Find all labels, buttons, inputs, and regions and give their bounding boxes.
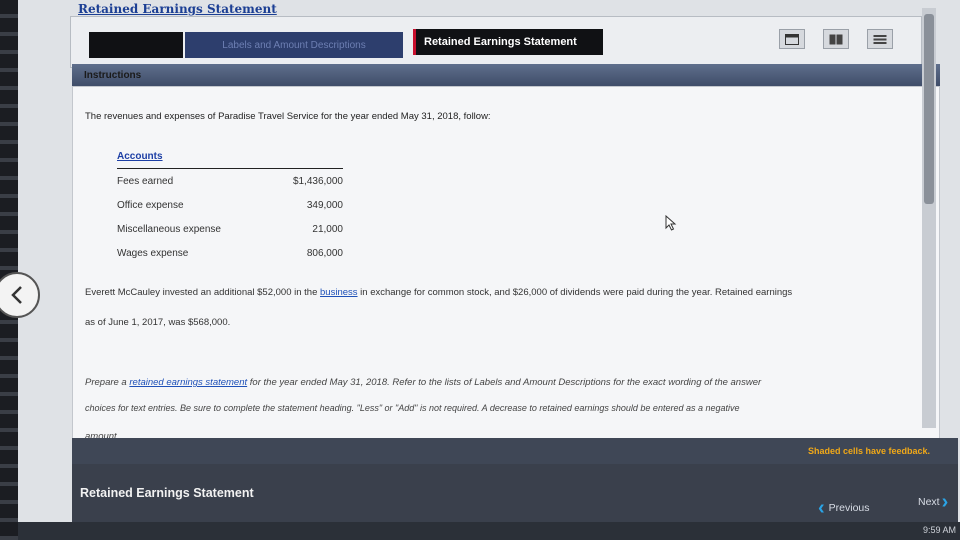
window-icon [785, 33, 799, 45]
business-link[interactable]: business [320, 287, 358, 298]
table-row: Miscellaneous expense 21,000 [117, 217, 343, 241]
paragraph-text: for the year ended May 31, 2018. Refer t… [247, 377, 762, 388]
split-view-icon [829, 34, 843, 44]
page-title: Retained Earnings Statement [78, 2, 277, 16]
paragraph-text: in exchange for common stock, and $26,00… [357, 287, 793, 298]
table-row: Wages expense 806,000 [117, 241, 343, 265]
view-split-button[interactable] [823, 29, 849, 49]
tab-labels-and-amounts[interactable]: Labels and Amount Descriptions [185, 32, 403, 58]
tab-retained-earnings[interactable]: Retained Earnings Statement [413, 29, 603, 55]
accounts-table: Accounts Fees earned $1,436,000 Office e… [117, 151, 343, 265]
account-name: Miscellaneous expense [117, 223, 221, 235]
previous-button[interactable]: ‹ Previous [818, 498, 870, 518]
paragraph-investment-line2: as of June 1, 2017, was $568,000. [85, 317, 231, 328]
account-amount: 21,000 [312, 223, 343, 235]
tab-blank[interactable] [89, 32, 183, 58]
chevron-left-icon: ‹ [818, 497, 825, 519]
account-name: Fees earned [117, 175, 174, 187]
instructions-header: Instructions [72, 64, 940, 86]
clock: 9:59 AM [922, 525, 956, 535]
instructions-panel: The revenues and expenses of Paradise Tr… [72, 86, 940, 458]
next-label: Next [918, 496, 940, 508]
list-view-icon [873, 34, 887, 44]
feedback-note: Shaded cells have feedback. [807, 446, 930, 456]
account-amount: 806,000 [306, 247, 343, 259]
table-row: Office expense 349,000 [117, 193, 343, 217]
view-list-button[interactable] [867, 29, 893, 49]
table-row: Fees earned $1,436,000 [117, 169, 343, 193]
paragraph-text: Everett McCauley invested an additional … [85, 287, 321, 298]
retained-earnings-statement-link[interactable]: retained earnings statement [129, 377, 247, 388]
section-title: Retained Earnings Statement [80, 486, 254, 500]
paragraph-investment: Everett McCauley invested an additional … [85, 287, 792, 298]
chevron-right-icon: › [941, 491, 949, 513]
paragraph-text: Prepare a [85, 377, 130, 388]
view-window-button[interactable] [779, 29, 805, 49]
tab-panel: Labels and Amount Descriptions Retained … [70, 16, 922, 68]
intro-text: The revenues and expenses of Paradise Tr… [85, 111, 491, 122]
scrollbar-thumb[interactable] [924, 14, 934, 204]
chevron-left-icon [11, 286, 22, 304]
account-name: Wages expense [117, 247, 189, 259]
mouse-cursor-icon [665, 215, 677, 231]
paragraph-prepare: Prepare a retained earnings statement fo… [85, 377, 761, 388]
next-button[interactable]: Next › [918, 492, 948, 512]
app-window: Retained Earnings Statement Labels and A… [18, 0, 960, 540]
desktop-edge [0, 0, 18, 540]
feedback-bar: Shaded cells have feedback. [72, 438, 958, 464]
account-amount: 349,000 [306, 199, 343, 211]
taskbar: 9:59 AM [18, 522, 960, 540]
account-name: Office expense [117, 199, 184, 211]
previous-label: Previous [828, 502, 870, 514]
accounts-header[interactable]: Accounts [117, 151, 343, 169]
paragraph-prepare-line2: choices for text entries. Be sure to com… [85, 403, 740, 413]
account-amount: $1,436,000 [292, 175, 343, 187]
scrollbar[interactable] [922, 8, 936, 428]
